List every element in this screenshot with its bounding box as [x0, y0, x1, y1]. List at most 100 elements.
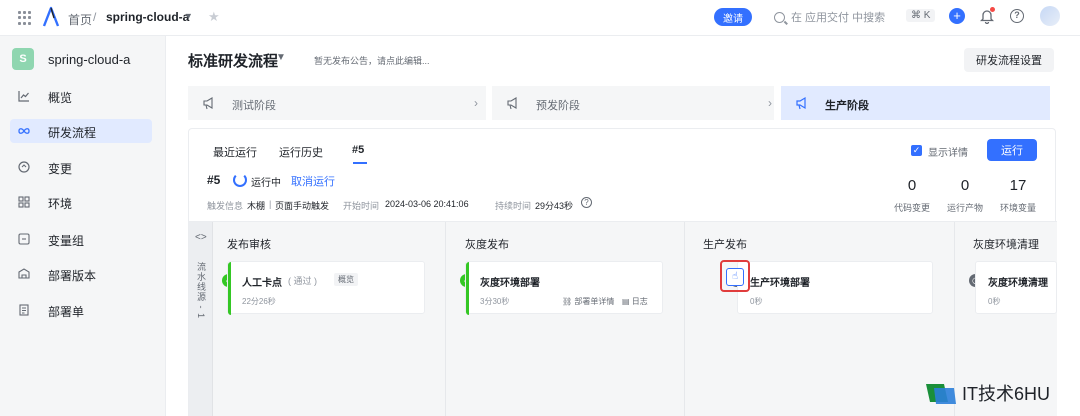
chevron-down-icon[interactable]: ▼	[184, 11, 193, 21]
sidebar-item-label: 概览	[48, 91, 73, 105]
breadcrumb-project[interactable]: spring-cloud-a	[106, 10, 189, 24]
project-name[interactable]: spring-cloud-a	[48, 52, 130, 67]
tab-underline	[353, 162, 367, 164]
job-duration: 0秒	[750, 297, 763, 306]
announcement-text[interactable]: 暂无发布公告，请点此编辑...	[314, 54, 430, 67]
stat-code-changes-value: 0	[907, 177, 917, 194]
chevron-down-icon[interactable]: ▼	[276, 52, 286, 63]
sidebar-item-environment[interactable]: 环境	[10, 190, 152, 214]
cancel-run-link[interactable]: 取消运行	[291, 173, 335, 189]
search-icon	[774, 11, 785, 23]
main-content: 标准研发流程 ▼ 暂无发布公告，请点此编辑... 研发流程设置 测试阶段 › 预…	[166, 36, 1080, 416]
stage-pre[interactable]: 预发阶段	[492, 86, 774, 120]
chart-line-icon	[18, 91, 29, 102]
job-duration: 3分30秒	[480, 297, 510, 306]
sidebar-item-label: 研发流程	[48, 126, 97, 140]
tab-run-5[interactable]: #5	[352, 144, 364, 156]
job-name: 生产环境部署	[750, 278, 810, 289]
job-status-bar	[466, 262, 469, 315]
top-bar: 首页 / spring-cloud-a ▼ ★ 邀请 在 应用交付 中搜索 ⌘ …	[0, 0, 1080, 36]
app-logo-icon[interactable]	[42, 6, 60, 28]
column-title-prod-release: 生产发布	[703, 239, 747, 251]
stage-label: 测试阶段	[232, 100, 276, 112]
show-details-checkbox[interactable]: ✓	[911, 145, 922, 156]
chevron-right-icon: ›	[474, 96, 478, 110]
run-status: 运行中	[251, 178, 281, 189]
sidebar-item-dev-flow[interactable]: 研发流程	[10, 119, 152, 143]
project-avatar: S	[12, 48, 34, 70]
app-grid-icon[interactable]	[18, 11, 32, 25]
user-avatar[interactable]	[1040, 6, 1060, 26]
megaphone-icon	[203, 97, 213, 110]
run-number: #5	[207, 173, 221, 187]
job-status-bar	[228, 262, 231, 315]
flow-settings-button[interactable]: 研发流程设置	[964, 48, 1054, 72]
pipeline-source-toggle[interactable]: <> 流水线源 - 1	[189, 222, 213, 416]
tab-run-history[interactable]: 运行历史	[279, 144, 323, 160]
sidebar-item-deploy-versions[interactable]: 部署版本	[10, 262, 152, 286]
document-icon	[19, 304, 29, 316]
stat-code-changes-label: 代码变更	[893, 203, 930, 213]
job-gray-deploy[interactable]: 灰度环境部署 3分30秒 ⛓ 部署单详情 ▤ 日志	[465, 261, 663, 315]
trigger-desc: 页面手动触发	[275, 201, 330, 211]
run-panel: 最近运行 运行历史 #5 ✓ 显示详情 运行 #5 运行中 取消运行 触发信息 …	[188, 128, 1057, 416]
search-placeholder: 在 应用交付 中搜索	[791, 12, 886, 24]
sidebar-item-overview[interactable]: 概览	[10, 84, 152, 108]
job-manual-gate[interactable]: 人工卡点 ( 通过 ) 概览 22分26秒	[227, 261, 425, 315]
log-label: 日志	[631, 297, 648, 306]
stat-artifacts-label: 运行产物	[946, 203, 983, 213]
trigger-user: 木棚	[247, 201, 266, 211]
pipeline-source-label: 流水线源 - 1	[196, 262, 206, 320]
start-time-label: 开始时间	[343, 201, 380, 211]
sidebar-item-deploy-orders[interactable]: 部署单	[10, 298, 152, 322]
search-shortcut: ⌘ K	[906, 9, 936, 22]
tab-recent-runs[interactable]: 最近运行	[213, 144, 257, 160]
help-icon[interactable]: ?	[581, 197, 592, 208]
breadcrumb-home[interactable]: 首页	[68, 11, 92, 28]
show-details-label[interactable]: 显示详情	[928, 144, 968, 159]
stage-production[interactable]: 生产阶段	[781, 86, 1050, 120]
deploy-detail-link[interactable]: ⛓ 部署单详情	[562, 296, 614, 307]
sidebar-item-label: 部署单	[48, 305, 85, 319]
stat-artifacts-value: 0	[960, 177, 970, 194]
manual-approve-hand-icon[interactable]: ☝	[726, 268, 744, 286]
change-icon	[18, 161, 30, 173]
pass-status-text: 通过	[293, 276, 312, 286]
sidebar-item-variable-groups[interactable]: 变量组	[10, 227, 152, 251]
stage-label: 预发阶段	[536, 100, 580, 112]
watermark-logo-icon	[926, 384, 956, 404]
stat-env-vars-label: 环境变量	[999, 203, 1036, 213]
help-icon[interactable]: ?	[1010, 9, 1024, 23]
stage-test[interactable]: 测试阶段	[188, 86, 486, 120]
trigger-label: 触发信息	[207, 201, 244, 211]
running-spinner-icon	[233, 173, 247, 187]
overview-tag[interactable]: 概览	[334, 273, 358, 286]
megaphone-icon	[507, 97, 517, 110]
watermark: IT技术6HU	[924, 380, 1050, 406]
pass-status: ( 通过 )	[288, 276, 318, 286]
column-divider	[684, 222, 685, 416]
variable-icon	[18, 233, 30, 245]
job-gray-cleanup[interactable]: 灰度环境清理 0秒	[975, 261, 1057, 314]
column-title-gray-cleanup: 灰度环境清理	[973, 239, 1039, 251]
star-icon[interactable]: ★	[208, 9, 220, 25]
add-button[interactable]: +	[949, 8, 965, 24]
package-icon	[18, 268, 30, 279]
run-button[interactable]: 运行	[987, 139, 1037, 161]
stage-bar: 测试阶段 › 预发阶段 › 生产阶段	[188, 86, 1050, 120]
column-divider	[445, 222, 446, 416]
notification-dot	[990, 7, 995, 12]
invite-button[interactable]: 邀请	[714, 8, 752, 26]
stat-env-vars-value: 17	[1009, 177, 1027, 194]
page-title[interactable]: 标准研发流程	[188, 50, 278, 71]
log-link[interactable]: ▤ 日志	[622, 296, 648, 307]
expand-collapse-icon[interactable]: <>	[195, 232, 207, 243]
job-duration: 22分26秒	[242, 297, 276, 306]
job-prod-deploy[interactable]: 生产环境部署 0秒	[737, 261, 933, 314]
job-name: 灰度环境清理	[988, 278, 1048, 289]
sidebar-item-changes[interactable]: 变更	[10, 155, 152, 179]
job-name: 人工卡点	[242, 278, 282, 289]
deploy-detail-label: 部署单详情	[574, 297, 615, 306]
sidebar-item-label: 变更	[48, 162, 73, 176]
job-duration: 0秒	[988, 297, 1001, 306]
